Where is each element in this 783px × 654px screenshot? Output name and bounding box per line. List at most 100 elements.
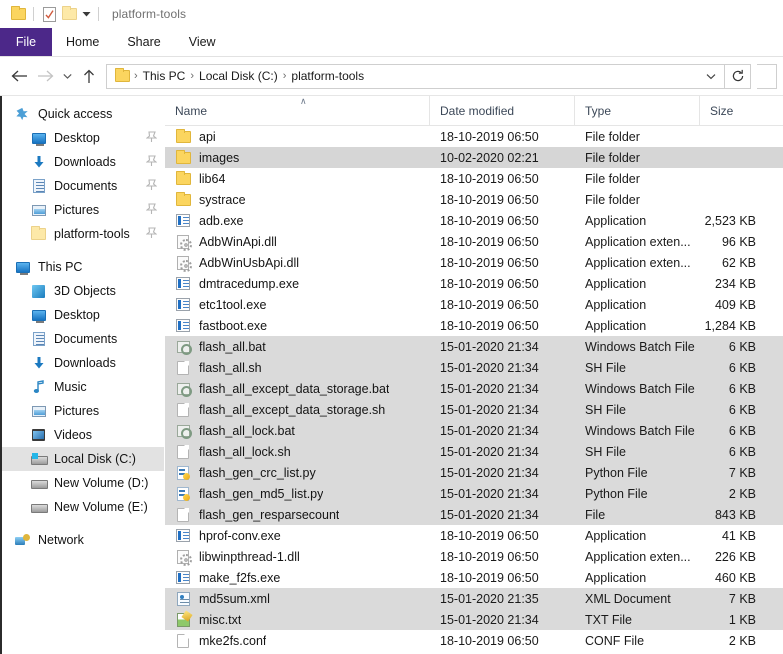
table-row[interactable]: fastboot.exe 18-10-2019 06:50 Application 1… [165, 315, 783, 336]
pin-icon[interactable] [145, 202, 158, 218]
search-box[interactable] [757, 63, 777, 89]
back-arrow-icon[interactable] [6, 63, 32, 89]
file-name-cell[interactable]: make_f2fs.exe [165, 571, 430, 585]
file-name-cell[interactable]: md5sum.xml [165, 591, 430, 606]
table-row[interactable]: flash_gen_crc_list.py 15-01-2020 21:34 Pyt… [165, 462, 783, 483]
file-name-cell[interactable]: flash_gen_crc_list.py [165, 465, 430, 480]
breadcrumb-separator-2[interactable]: › [281, 70, 289, 82]
sidebar-group-this-pc[interactable]: This PC [2, 255, 164, 279]
file-name-cell[interactable]: libwinpthread-1.dll [165, 549, 430, 566]
table-row[interactable]: md5sum.xml 15-01-2020 21:35 XML Document 7 … [165, 588, 783, 609]
sidebar-item-desktop[interactable]: Desktop [2, 303, 164, 327]
file-name-cell[interactable]: flash_all.bat [165, 340, 430, 355]
table-row[interactable]: flash_all.bat 15-01-2020 21:34 Windows Bat… [165, 336, 783, 357]
file-name-cell[interactable]: flash_all_lock.sh [165, 444, 430, 459]
file-name-cell[interactable]: mke2fs.conf [165, 633, 430, 648]
table-row[interactable]: libwinpthread-1.dll 18-10-2019 06:50 Appli… [165, 546, 783, 567]
sidebar-item-downloads[interactable]: Downloads [2, 351, 164, 375]
sidebar-group-network[interactable]: Network [2, 528, 164, 552]
table-row[interactable]: flash_all_lock.sh 15-01-2020 21:34 SH File… [165, 441, 783, 462]
table-row[interactable]: flash_gen_resparsecount 15-01-2020 21:34 F… [165, 504, 783, 525]
column-header-date-modified[interactable]: Date modified [430, 96, 575, 125]
sidebar-item-pictures-qa[interactable]: Pictures [2, 198, 164, 222]
table-row[interactable]: flash_all.sh 15-01-2020 21:34 SH File 6 KB [165, 357, 783, 378]
recent-locations-caret-icon[interactable] [58, 63, 76, 89]
file-name-cell[interactable]: dmtracedump.exe [165, 277, 430, 291]
table-row[interactable]: hprof-conv.exe 18-10-2019 06:50 Applicatio… [165, 525, 783, 546]
sidebar-group-quick-access[interactable]: Quick access [2, 102, 164, 126]
file-name-cell[interactable]: etc1tool.exe [165, 298, 430, 312]
sidebar-item-music[interactable]: Music [2, 375, 164, 399]
file-name-cell[interactable]: flash_all_lock.bat [165, 424, 430, 439]
breadcrumb-item-this-pc[interactable]: This PC [140, 69, 189, 83]
sidebar-item-documents-qa[interactable]: Documents [2, 174, 164, 198]
breadcrumb-separator-1[interactable]: › [188, 70, 196, 82]
table-row[interactable]: flash_gen_md5_list.py 15-01-2020 21:34 Pyt… [165, 483, 783, 504]
sidebar-item-downloads-qa[interactable]: Downloads [2, 150, 164, 174]
file-name-cell[interactable]: flash_gen_md5_list.py [165, 486, 430, 501]
pin-icon[interactable] [145, 130, 158, 146]
table-row[interactable]: etc1tool.exe 18-10-2019 06:50 Application 4… [165, 294, 783, 315]
table-row[interactable]: misc.txt 15-01-2020 21:34 TXT File 1 KB [165, 609, 783, 630]
file-name-cell[interactable]: AdbWinUsbApi.dll [165, 255, 430, 272]
file-name-cell[interactable]: flash_all_except_data_storage.bat [165, 382, 430, 397]
breadcrumb-item-platform-tools[interactable]: platform-tools [288, 69, 367, 83]
sidebar-item-pictures[interactable]: Pictures [2, 399, 164, 423]
table-row[interactable]: dmtracedump.exe 18-10-2019 06:50 Applicati… [165, 273, 783, 294]
file-name-cell[interactable]: flash_all.sh [165, 360, 430, 375]
breadcrumb-separator-0[interactable]: › [132, 70, 140, 82]
file-name-cell[interactable]: lib64 [165, 170, 430, 186]
table-row[interactable]: AdbWinUsbApi.dll 18-10-2019 06:50 Applicat… [165, 252, 783, 273]
sidebar-item-documents[interactable]: Documents [2, 327, 164, 351]
file-name-cell[interactable]: api [165, 128, 430, 144]
tab-home[interactable]: Home [52, 28, 113, 56]
sidebar-item-3d-objects[interactable]: 3D Objects [2, 279, 164, 303]
breadcrumb-folder-icon[interactable] [112, 66, 132, 86]
file-name-cell[interactable]: fastboot.exe [165, 319, 430, 333]
file-name-cell[interactable]: flash_all_except_data_storage.sh [165, 402, 430, 417]
sidebar-item-new-volume-d[interactable]: New Volume (D:) [2, 471, 164, 495]
refresh-icon[interactable] [725, 63, 751, 89]
chevron-down-icon[interactable] [700, 65, 722, 88]
properties-icon[interactable] [39, 4, 59, 24]
table-row[interactable]: systrace 18-10-2019 06:50 File folder [165, 189, 783, 210]
table-row[interactable]: adb.exe 18-10-2019 06:50 Application 2,523 … [165, 210, 783, 231]
up-arrow-icon[interactable] [76, 63, 102, 89]
column-header-type[interactable]: Type [575, 96, 700, 125]
file-name-cell[interactable]: AdbWinApi.dll [165, 234, 430, 251]
file-name-cell[interactable]: flash_gen_resparsecount [165, 507, 430, 522]
file-name-cell[interactable]: adb.exe [165, 214, 430, 228]
sidebar-item-new-volume-e[interactable]: New Volume (E:) [2, 495, 164, 519]
table-row[interactable]: api 18-10-2019 06:50 File folder [165, 126, 783, 147]
table-row[interactable]: lib64 18-10-2019 06:50 File folder [165, 168, 783, 189]
sidebar-item-desktop-qa[interactable]: Desktop [2, 126, 164, 150]
pin-icon[interactable] [145, 226, 158, 242]
sidebar-item-local-disk-c[interactable]: Local Disk (C:) [2, 447, 164, 471]
file-name-cell[interactable]: systrace [165, 191, 430, 207]
pin-icon[interactable] [145, 178, 158, 194]
tab-file[interactable]: File [0, 28, 52, 56]
file-name-cell[interactable]: images [165, 149, 430, 165]
table-row[interactable]: flash_all_lock.bat 15-01-2020 21:34 Window… [165, 420, 783, 441]
file-name-cell[interactable]: hprof-conv.exe [165, 529, 430, 543]
customize-toolbar-caret-icon[interactable] [79, 6, 93, 22]
table-row[interactable]: flash_all_except_data_storage.bat 15-01-2… [165, 378, 783, 399]
breadcrumb-bar[interactable]: › This PC › Local Disk (C:) › platform-t… [106, 63, 725, 89]
table-row[interactable]: AdbWinApi.dll 18-10-2019 06:50 Application… [165, 231, 783, 252]
table-row[interactable]: make_f2fs.exe 18-10-2019 06:50 Application… [165, 567, 783, 588]
file-type-cell: Application [585, 276, 647, 291]
file-name-cell[interactable]: misc.txt [165, 612, 430, 627]
column-header-size[interactable]: Size [700, 96, 783, 125]
table-row[interactable]: mke2fs.conf 18-10-2019 06:50 CONF File 2 KB [165, 630, 783, 651]
breadcrumb-item-local-disk-c[interactable]: Local Disk (C:) [196, 69, 281, 83]
table-row[interactable]: flash_all_except_data_storage.sh 15-01-20… [165, 399, 783, 420]
column-header-name[interactable]: Name ∧ [165, 96, 430, 125]
sidebar-item-videos[interactable]: Videos [2, 423, 164, 447]
tab-share[interactable]: Share [113, 28, 174, 56]
pin-icon[interactable] [145, 154, 158, 170]
sidebar-item-platform-tools[interactable]: platform-tools [2, 222, 164, 246]
forward-arrow-icon[interactable] [32, 63, 58, 89]
new-folder-icon[interactable] [59, 4, 79, 24]
table-row[interactable]: images 10-02-2020 02:21 File folder [165, 147, 783, 168]
tab-view[interactable]: View [175, 28, 230, 56]
